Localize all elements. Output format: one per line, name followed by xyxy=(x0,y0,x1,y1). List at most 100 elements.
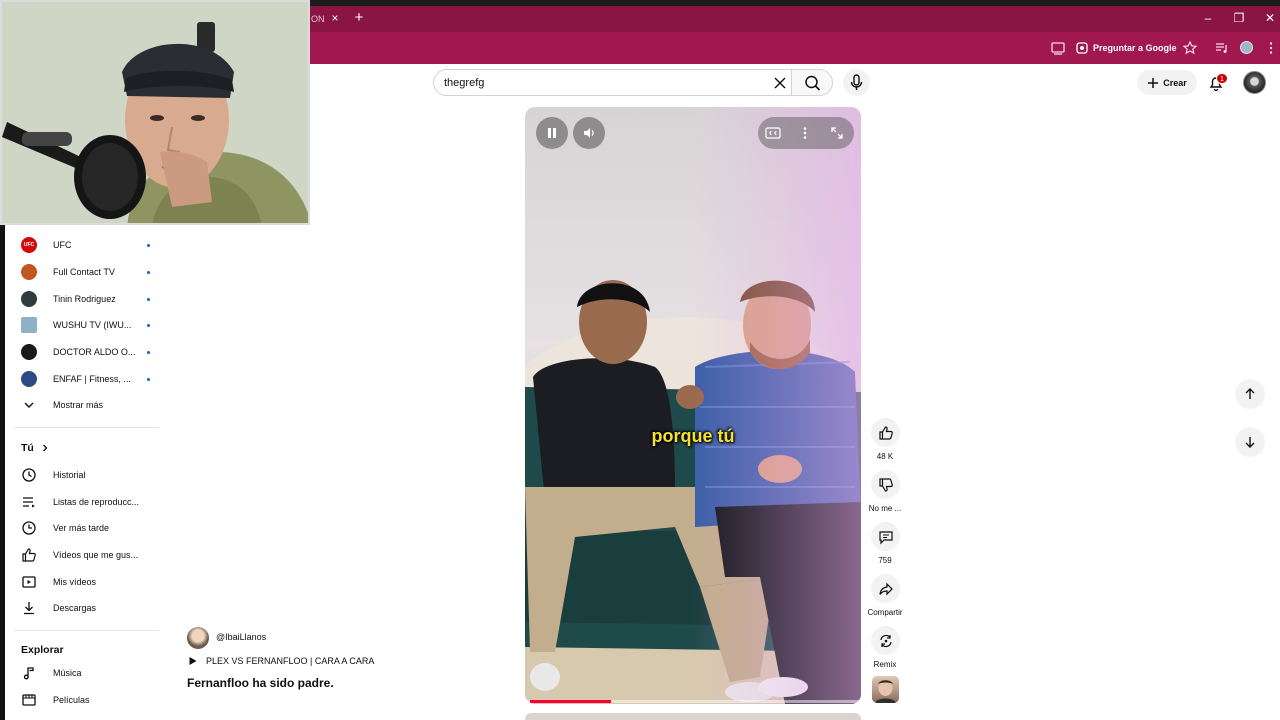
you-heading-label: Tú xyxy=(21,442,34,454)
remix-label: Remix xyxy=(873,660,897,669)
play-icon xyxy=(189,657,197,665)
active-tab-title[interactable]: ON xyxy=(311,14,325,24)
dislike-label: No me ... xyxy=(868,504,902,513)
sidebar-item-label: Listas de reproducc... xyxy=(53,497,140,507)
playlist-title: PLEX VS FERNANFLOO | CARA A CARA xyxy=(206,656,375,666)
comments-button[interactable] xyxy=(871,522,900,551)
media-controls-icon[interactable] xyxy=(1214,40,1230,56)
chevron-right-icon xyxy=(42,444,48,452)
explore-heading-label: Explorar xyxy=(21,644,64,656)
ask-google-button[interactable]: Preguntar a Google xyxy=(1076,40,1177,56)
new-content-dot xyxy=(147,243,150,247)
notification-count-badge: 1 xyxy=(1216,73,1228,84)
search-input[interactable] xyxy=(444,70,764,95)
new-content-dot xyxy=(147,377,150,381)
sidebar-divider xyxy=(14,630,159,631)
volume-icon xyxy=(584,128,594,138)
new-content-dot xyxy=(147,297,150,301)
subscription-tinin-rodriguez[interactable]: Tinin Rodriguez xyxy=(14,286,159,312)
channel-handle[interactable]: @IbaiLlanos xyxy=(216,632,266,642)
account-avatar[interactable] xyxy=(1243,71,1266,94)
search-icon xyxy=(805,75,821,91)
sidebar-item-liked-videos[interactable]: Vídeos que me gus... xyxy=(14,542,159,568)
lens-icon xyxy=(1076,42,1088,54)
playlist-link[interactable]: PLEX VS FERNANFLOO | CARA A CARA xyxy=(188,656,374,666)
you-section-heading[interactable]: Tú xyxy=(21,442,50,454)
sidebar-item-watch-later[interactable]: Ver más tarde xyxy=(14,515,159,541)
arrow-up-icon xyxy=(1245,388,1255,399)
close-window-button[interactable]: ✕ xyxy=(1263,11,1277,25)
fullscreen-icon[interactable] xyxy=(829,125,845,141)
subscription-ufc[interactable]: UFC UFC xyxy=(14,232,159,258)
arrow-down-icon xyxy=(1245,437,1255,448)
downloads-icon xyxy=(21,600,37,616)
sidebar-item-downloads[interactable]: Descargas xyxy=(14,595,159,621)
channel-avatar xyxy=(21,371,37,387)
sidebar-item-movies[interactable]: Películas xyxy=(14,687,159,713)
comment-count: 759 xyxy=(878,556,892,565)
new-tab-button[interactable]: + xyxy=(352,10,366,26)
voice-search-button[interactable] xyxy=(843,69,870,96)
remix-icon xyxy=(879,634,892,647)
subscription-doctor-aldo[interactable]: DOCTOR ALDO O... xyxy=(14,339,159,365)
next-short-button[interactable] xyxy=(1235,427,1265,457)
sidebar-item-label: Películas xyxy=(53,695,90,705)
create-button[interactable]: Crear xyxy=(1137,70,1197,95)
video-title: Fernanfloo ha sido padre. xyxy=(187,676,334,690)
progress-fill xyxy=(530,700,611,703)
dislike-button[interactable] xyxy=(871,470,900,499)
thumbs-up-icon xyxy=(878,425,893,440)
search-button[interactable] xyxy=(791,69,833,96)
sidebar-item-label: Descargas xyxy=(53,603,97,613)
audio-source-thumbnail[interactable] xyxy=(872,676,899,703)
watch-later-icon xyxy=(21,520,37,536)
subscription-label: UFC xyxy=(53,240,72,250)
channel-avatar[interactable] xyxy=(187,627,209,649)
bookmark-star-icon[interactable] xyxy=(1182,40,1198,56)
plus-icon xyxy=(1148,77,1159,88)
subscription-label: WUSHU TV (IWU... xyxy=(53,320,132,330)
more-options-icon[interactable] xyxy=(797,125,813,141)
share-icon xyxy=(878,582,893,595)
show-more-button[interactable]: Mostrar más xyxy=(14,392,159,418)
ask-google-label: Preguntar a Google xyxy=(1093,43,1177,53)
subscription-label: ENFAF | Fitness, ... xyxy=(53,374,131,384)
previous-short-button[interactable] xyxy=(1235,379,1265,409)
subscription-label: Tinin Rodriguez xyxy=(53,294,116,304)
sidebar-item-label: Vídeos que me gus... xyxy=(53,550,139,560)
share-button[interactable] xyxy=(871,574,900,603)
short-video-player[interactable] xyxy=(525,107,861,704)
subscription-full-contact-tv[interactable]: Full Contact TV xyxy=(14,259,159,285)
create-label: Crear xyxy=(1163,77,1187,88)
channel-avatar xyxy=(21,317,37,333)
next-short-preview[interactable] xyxy=(525,713,861,720)
new-content-dot xyxy=(147,270,150,274)
music-icon xyxy=(21,665,37,681)
subscription-wushu-tv[interactable]: WUSHU TV (IWU... xyxy=(14,312,159,338)
clear-search-icon[interactable] xyxy=(772,75,788,91)
sidebar-item-my-videos[interactable]: Mis vídeos xyxy=(14,569,159,595)
channel-avatar xyxy=(21,344,37,360)
minimize-button[interactable]: – xyxy=(1201,11,1215,25)
browser-profile-avatar[interactable] xyxy=(1240,41,1253,54)
thumbs-down-icon xyxy=(878,477,893,492)
tab-close-button[interactable]: × xyxy=(329,11,341,25)
like-button[interactable] xyxy=(871,418,900,447)
remix-button[interactable] xyxy=(871,626,900,655)
comment-icon xyxy=(878,530,893,544)
pause-button[interactable] xyxy=(536,117,568,149)
subscription-enfaf[interactable]: ENFAF | Fitness, ... xyxy=(14,366,159,392)
sidebar-item-music[interactable]: Música xyxy=(14,660,159,686)
sidebar-item-label: Mis vídeos xyxy=(53,577,97,587)
cast-icon[interactable] xyxy=(1050,40,1066,56)
captions-icon[interactable] xyxy=(764,125,782,141)
chevron-down-icon xyxy=(21,397,37,413)
sidebar-item-history[interactable]: Historial xyxy=(14,462,159,488)
sidebar-item-playlists[interactable]: Listas de reproducc... xyxy=(14,489,159,515)
sidebar-item-label: Música xyxy=(53,668,82,678)
volume-button[interactable] xyxy=(573,117,605,149)
like-count: 48 K xyxy=(876,452,894,461)
browser-menu-icon[interactable] xyxy=(1263,40,1279,56)
restore-button[interactable]: ❐ xyxy=(1232,11,1246,25)
pause-icon xyxy=(548,128,556,138)
